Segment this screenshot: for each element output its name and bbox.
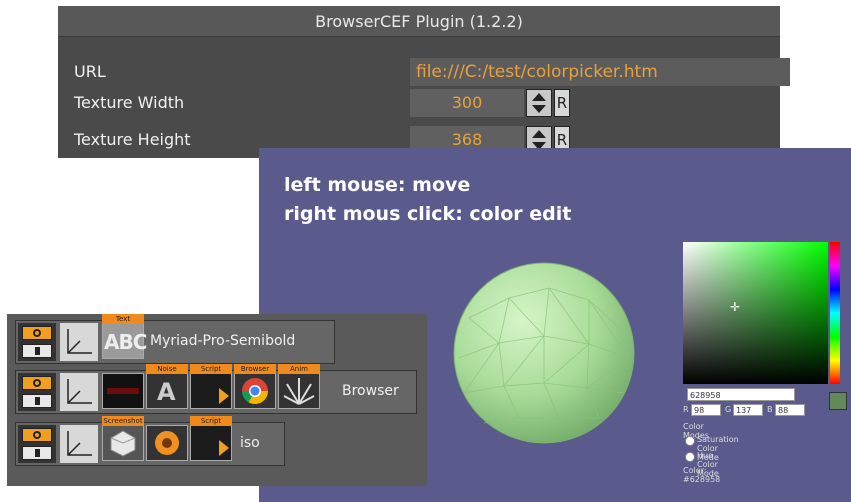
node-label-font: Myriad-Pro-Semibold	[150, 333, 296, 349]
node-controls[interactable]	[18, 425, 56, 463]
noise-tile[interactable]: Noise A	[146, 364, 188, 409]
screenshot-tile[interactable]: Screenshot	[102, 416, 144, 461]
browser-tag: Browser	[234, 364, 276, 374]
node-row-text[interactable]: Text ABC Myriad-Pro-Semibold	[15, 314, 335, 364]
sphere-3d[interactable]	[449, 258, 639, 448]
saturation-mode-radio[interactable]	[685, 436, 695, 446]
arrow-down-icon[interactable]	[532, 105, 546, 113]
browser-tile[interactable]: Browser	[234, 364, 276, 409]
saturation-value-area[interactable]	[683, 242, 828, 384]
abc-label: ABC	[104, 330, 147, 354]
script-tile[interactable]: Script	[190, 416, 232, 461]
texture-width-reset-button[interactable]: R	[554, 89, 570, 117]
burst-icon	[283, 378, 315, 405]
instruction-move: left mouse: move	[284, 174, 471, 196]
url-label: URL	[74, 62, 106, 81]
text-tag: Text	[102, 314, 144, 324]
texture-width-stepper[interactable]	[526, 89, 552, 117]
node-tree-panel: Text ABC Myriad-Pro-Semibold Noise A Scr…	[7, 314, 427, 486]
polyhedron-icon	[110, 430, 136, 457]
script-tag: Script	[190, 416, 232, 426]
texture-width-row: Texture Width 300 R	[58, 89, 780, 119]
r-label: R	[683, 405, 689, 414]
b-input[interactable]: 88	[775, 404, 805, 416]
texture-height-label: Texture Height	[74, 130, 191, 149]
person-icon[interactable]	[22, 446, 52, 460]
texture-width-label: Texture Width	[74, 93, 185, 112]
hue-slider[interactable]	[830, 242, 840, 384]
crosshair-icon[interactable]: ✛	[730, 300, 740, 314]
anim-tile[interactable]: Anim	[278, 364, 320, 409]
node-label-iso: iso	[240, 435, 260, 451]
axis-icon[interactable]	[60, 373, 98, 411]
screenshot-tag: Screenshot	[102, 416, 144, 426]
url-row: URL file:///C:/test/colorpicker.htm	[58, 58, 790, 88]
node-controls[interactable]	[18, 373, 56, 411]
text-tile[interactable]: Text ABC	[102, 314, 147, 359]
node-controls[interactable]	[18, 323, 56, 361]
noise-tag: Noise	[146, 364, 188, 374]
instruction-color-edit: right mous click: color edit	[284, 203, 572, 225]
color-readout: Color: #628958	[683, 466, 721, 484]
script-tile[interactable]: Script	[190, 364, 232, 409]
node-row-browser[interactable]: Noise A Script Browser Anim Browser	[15, 364, 417, 414]
script-tag: Script	[190, 364, 232, 374]
visibility-icon[interactable]	[22, 376, 52, 390]
chrome-icon	[241, 378, 269, 405]
color-swatch	[829, 392, 847, 410]
node-row-iso[interactable]: Screenshot Script iso	[15, 416, 285, 466]
g-input[interactable]: 137	[733, 404, 763, 416]
play-icon	[219, 440, 229, 456]
url-input[interactable]: file:///C:/test/colorpicker.htm	[410, 58, 790, 86]
anim-tag: Anim	[278, 364, 320, 374]
arrow-up-icon[interactable]	[532, 130, 546, 138]
noise-icon: A	[157, 378, 176, 406]
plugin-title: BrowserCEF Plugin (1.2.2)	[58, 6, 780, 37]
gear-icon	[155, 431, 179, 455]
hue-mode-radio[interactable]	[685, 452, 695, 462]
arrow-up-icon[interactable]	[532, 93, 546, 101]
hex-input[interactable]: 628958	[687, 388, 795, 401]
b-label: B	[767, 405, 773, 414]
plugin-panel: BrowserCEF Plugin (1.2.2) URL file:///C:…	[58, 6, 790, 158]
axis-icon[interactable]	[60, 323, 98, 361]
visibility-icon[interactable]	[22, 428, 52, 442]
person-icon[interactable]	[22, 394, 52, 408]
play-icon	[219, 388, 229, 404]
material-tile[interactable]	[146, 425, 188, 461]
visibility-icon[interactable]	[22, 326, 52, 340]
g-label: G	[725, 405, 732, 414]
texture-width-input[interactable]: 300	[410, 89, 524, 117]
noise-preview-tile[interactable]	[102, 373, 144, 409]
person-icon[interactable]	[22, 344, 52, 358]
axis-icon[interactable]	[60, 425, 98, 463]
node-label-browser: Browser	[342, 383, 399, 399]
r-input[interactable]: 98	[691, 404, 721, 416]
